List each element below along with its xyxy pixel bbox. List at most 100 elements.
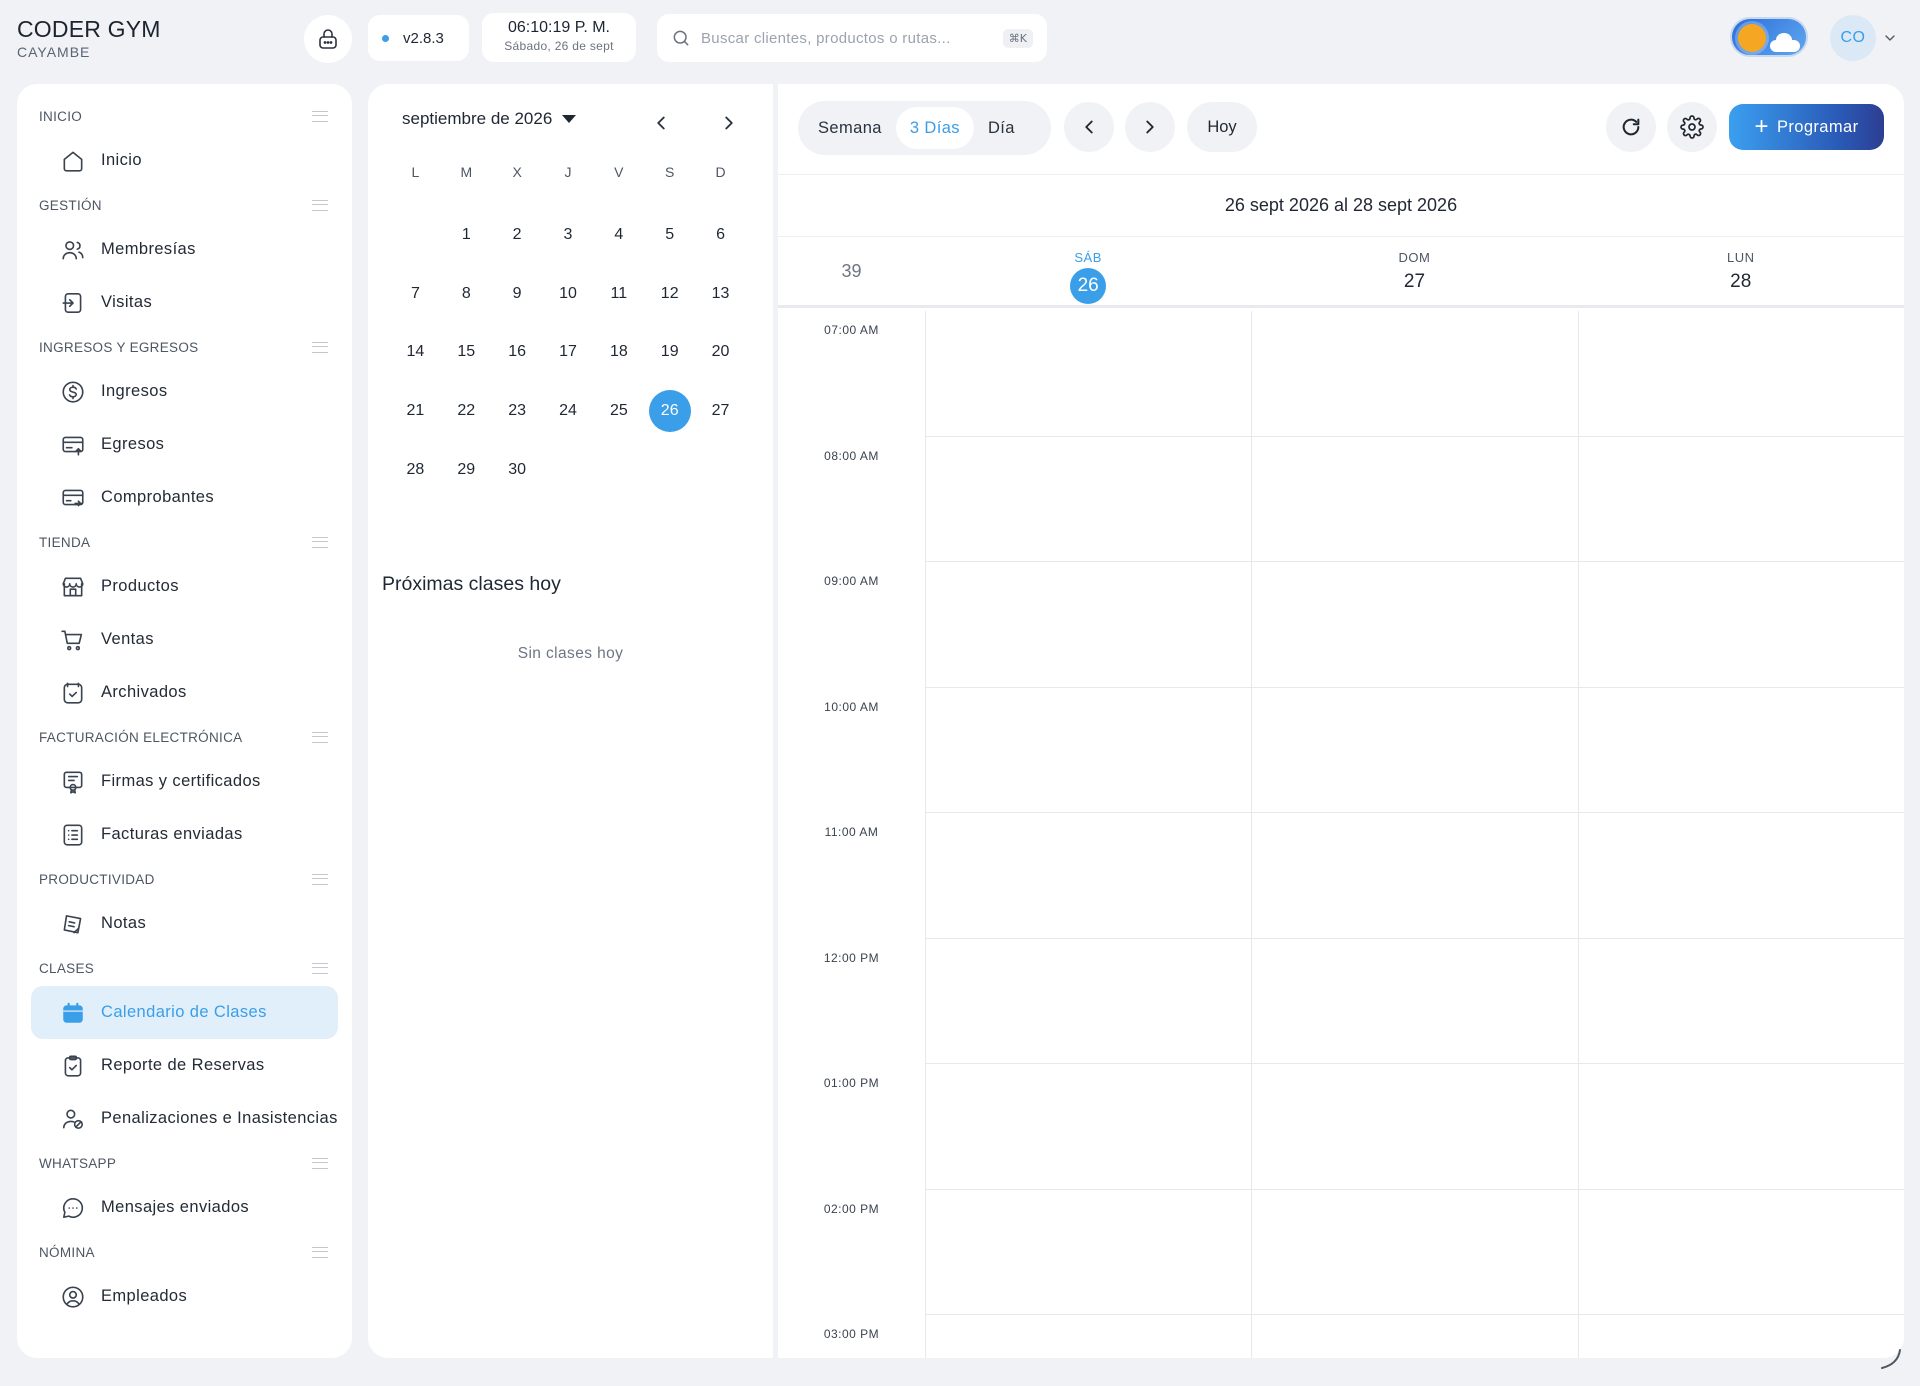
calendar-day[interactable]: 17 bbox=[543, 323, 594, 382]
calendar-day[interactable]: 7 bbox=[390, 265, 441, 324]
calendar-day[interactable]: 26 bbox=[644, 382, 695, 441]
calendar-day-number: 14 bbox=[406, 343, 425, 361]
sidebar-item[interactable]: Firmas y certificados bbox=[31, 755, 338, 808]
drag-handle-icon[interactable] bbox=[312, 1157, 328, 1169]
next-month-button[interactable] bbox=[718, 112, 740, 134]
lock-button[interactable] bbox=[304, 15, 352, 63]
calendar-day[interactable]: 22 bbox=[441, 382, 492, 441]
drag-handle-icon[interactable] bbox=[312, 341, 328, 353]
calendar-day[interactable]: 10 bbox=[543, 265, 594, 324]
calendar-day[interactable]: 5 bbox=[644, 206, 695, 265]
next-range-button[interactable] bbox=[1125, 102, 1175, 152]
calendar-day[interactable]: 8 bbox=[441, 265, 492, 324]
calendar-day[interactable]: 1 bbox=[441, 206, 492, 265]
day-column-header[interactable]: DOM 27 bbox=[1251, 237, 1577, 305]
chevron-down-icon[interactable] bbox=[1882, 30, 1898, 46]
time-slot[interactable] bbox=[925, 1064, 1904, 1190]
sidebar-item[interactable]: Membresías bbox=[31, 223, 338, 276]
sidebar-item[interactable]: Visitas bbox=[31, 276, 338, 329]
calendar-day[interactable]: 18 bbox=[593, 323, 644, 382]
sidebar-item[interactable]: Ingresos bbox=[31, 365, 338, 418]
plus-icon: + bbox=[1754, 113, 1769, 140]
calendar-day-number: 24 bbox=[559, 402, 577, 420]
sidebar-item[interactable]: Reporte de Reservas bbox=[31, 1039, 338, 1092]
drag-handle-icon[interactable] bbox=[312, 962, 328, 974]
calendar-day[interactable]: 30 bbox=[492, 440, 543, 499]
drag-handle-icon[interactable] bbox=[312, 199, 328, 211]
drag-handle-icon[interactable] bbox=[312, 1246, 328, 1258]
section-header: TIENDA bbox=[17, 524, 352, 560]
calendar-day[interactable]: 4 bbox=[593, 206, 644, 265]
calendar-day[interactable]: 19 bbox=[644, 323, 695, 382]
mini-calendar-panel: septiembre de 2026 LMXJVSD 1 2 3 4 5 6 7 8 9 10 11… bbox=[368, 84, 773, 1358]
calendar-day[interactable]: 6 bbox=[695, 206, 746, 265]
sidebar-item[interactable]: Facturas enviadas bbox=[31, 808, 338, 861]
drag-handle-icon[interactable] bbox=[312, 731, 328, 743]
sidebar-item[interactable]: Egresos bbox=[31, 418, 338, 471]
theme-toggle[interactable] bbox=[1730, 17, 1808, 57]
calendar-day[interactable]: 25 bbox=[593, 382, 644, 441]
calendar-day[interactable]: 9 bbox=[492, 265, 543, 324]
sidebar-item[interactable]: Archivados bbox=[31, 666, 338, 719]
drag-handle-icon[interactable] bbox=[312, 536, 328, 548]
calendar-day[interactable]: 27 bbox=[695, 382, 746, 441]
calendar-day-number: 15 bbox=[457, 343, 476, 361]
calendar-day[interactable]: 20 bbox=[695, 323, 746, 382]
schedule-class-button[interactable]: + Programar bbox=[1729, 104, 1884, 150]
calendar-day[interactable]: 11 bbox=[593, 265, 644, 324]
search-input[interactable] bbox=[701, 29, 1003, 47]
time-slot[interactable] bbox=[925, 813, 1904, 939]
settings-button[interactable] bbox=[1667, 102, 1717, 152]
time-slot[interactable] bbox=[925, 311, 1904, 437]
user-block-icon bbox=[59, 1105, 87, 1133]
today-button[interactable]: Hoy bbox=[1187, 102, 1257, 152]
refresh-button[interactable] bbox=[1606, 102, 1656, 152]
calendar-icon bbox=[59, 999, 87, 1027]
calendar-day[interactable]: 16 bbox=[492, 323, 543, 382]
calendar-day-number: 1 bbox=[461, 226, 471, 244]
calendar-day[interactable]: 12 bbox=[644, 265, 695, 324]
calendar-day[interactable]: 13 bbox=[695, 265, 746, 324]
sidebar-item[interactable]: Ventas bbox=[31, 613, 338, 666]
time-slot[interactable] bbox=[925, 562, 1904, 688]
view-tab[interactable]: 3 Días bbox=[895, 107, 974, 149]
time-slot[interactable] bbox=[925, 437, 1904, 562]
resize-handle-icon[interactable] bbox=[1880, 1348, 1902, 1370]
time-slot[interactable] bbox=[925, 688, 1904, 813]
prev-range-button[interactable] bbox=[1064, 102, 1114, 152]
calendar-day[interactable]: 14 bbox=[390, 323, 441, 382]
sidebar-item[interactable]: Empleados bbox=[31, 1270, 338, 1323]
time-slot[interactable] bbox=[925, 1190, 1904, 1315]
month-selector[interactable]: septiembre de 2026 bbox=[402, 109, 577, 129]
calendar-day[interactable]: 28 bbox=[390, 440, 441, 499]
calendar-day-number: 16 bbox=[508, 343, 527, 361]
sidebar-item[interactable]: Productos bbox=[31, 560, 338, 613]
time-slot[interactable] bbox=[925, 1315, 1904, 1358]
calendar-day[interactable]: 29 bbox=[441, 440, 492, 499]
time-slot[interactable] bbox=[925, 939, 1904, 1064]
sidebar-item[interactable]: Inicio bbox=[31, 134, 338, 187]
drag-handle-icon[interactable] bbox=[312, 873, 328, 885]
calendar-day[interactable]: 21 bbox=[390, 382, 441, 441]
view-tab[interactable]: Semana bbox=[804, 107, 896, 149]
sidebar-item[interactable]: Notas bbox=[31, 897, 338, 950]
prev-month-button[interactable] bbox=[650, 112, 672, 134]
drag-handle-icon[interactable] bbox=[312, 110, 328, 122]
calendar-day[interactable]: 15 bbox=[441, 323, 492, 382]
search-box[interactable]: ⌘K bbox=[657, 14, 1047, 62]
calendar-day[interactable]: 2 bbox=[492, 206, 543, 265]
sidebar-item[interactable]: Calendario de Clases bbox=[31, 986, 338, 1039]
avatar[interactable]: CO bbox=[1830, 15, 1876, 61]
sidebar-item[interactable]: Comprobantes bbox=[31, 471, 338, 524]
weekday-label: S bbox=[665, 164, 675, 180]
sidebar-item[interactable]: Penalizaciones e Inasistencias bbox=[31, 1092, 338, 1145]
calendar-day[interactable]: 3 bbox=[543, 206, 594, 265]
calendar-day[interactable]: 23 bbox=[492, 382, 543, 441]
day-column-header[interactable]: SÁB 26 bbox=[925, 237, 1251, 305]
calendar-day[interactable]: 24 bbox=[543, 382, 594, 441]
day-column-header[interactable]: LUN 28 bbox=[1578, 237, 1904, 305]
sidebar-item[interactable]: Mensajes enviados bbox=[31, 1181, 338, 1234]
view-tab[interactable]: Día bbox=[974, 107, 1029, 149]
upcoming-empty-text: Sin clases hoy bbox=[517, 645, 624, 662]
caret-down-icon bbox=[562, 115, 577, 123]
